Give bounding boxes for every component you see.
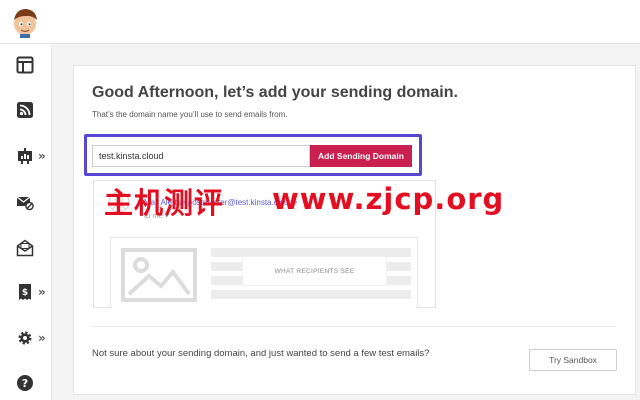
analytics-icon — [18, 148, 32, 164]
top-bar — [0, 0, 640, 44]
divider — [92, 326, 616, 327]
gear-icon — [18, 331, 32, 345]
preview-sender: Mail Alerts <postmaster@test.kinsta.clou… — [144, 198, 298, 207]
chevron-right-icon: » — [38, 149, 46, 163]
svg-text:?: ? — [22, 377, 28, 390]
mail-blocked-icon — [16, 196, 34, 211]
sidebar-item-help[interactable]: ? — [16, 372, 50, 394]
sidebar-item-feeds[interactable] — [16, 99, 50, 121]
preview-recipient: to me ▾ — [144, 211, 169, 220]
page-subtitle: That’s the domain name you’ll use to sen… — [92, 110, 288, 119]
sidebar-item-settings[interactable]: » — [16, 327, 50, 349]
sidebar-item-billing[interactable]: $ » — [16, 281, 50, 303]
sidebar: » $ » » ? — [0, 44, 52, 400]
open-envelope-icon — [16, 239, 34, 257]
dashboard-icon — [16, 56, 34, 74]
preview-body: WHAT RECIPIENTS SEE — [110, 237, 418, 309]
recipients-preview-label: WHAT RECIPIENTS SEE — [242, 256, 387, 286]
add-sending-domain-button[interactable]: Add Sending Domain — [310, 145, 412, 167]
svg-text:$: $ — [22, 288, 28, 298]
rss-icon — [17, 102, 33, 118]
billing-icon: $ — [19, 284, 31, 300]
image-placeholder-icon — [121, 248, 197, 302]
chevron-right-icon: » — [38, 331, 46, 345]
sidebar-item-suppressions[interactable] — [16, 191, 50, 213]
sandbox-help-text: Not sure about your sending domain, and … — [92, 348, 430, 359]
sender-avatar-icon — [108, 191, 130, 213]
sidebar-item-dashboard[interactable] — [16, 54, 50, 76]
help-icon: ? — [17, 375, 33, 391]
user-avatar-icon[interactable] — [10, 6, 40, 38]
try-sandbox-button[interactable]: Try Sandbox — [529, 349, 617, 371]
domain-input[interactable] — [92, 145, 310, 167]
onboarding-card: Good Afternoon, let’s add your sending d… — [73, 65, 636, 395]
page-title: Good Afternoon, let’s add your sending d… — [92, 84, 458, 101]
sidebar-item-analytics[interactable]: » — [16, 145, 50, 167]
chevron-right-icon: » — [38, 285, 46, 299]
email-preview: Mail Alerts <postmaster@test.kinsta.clou… — [93, 180, 436, 309]
text-placeholder-line — [211, 290, 411, 299]
sidebar-item-templates[interactable] — [16, 237, 50, 259]
